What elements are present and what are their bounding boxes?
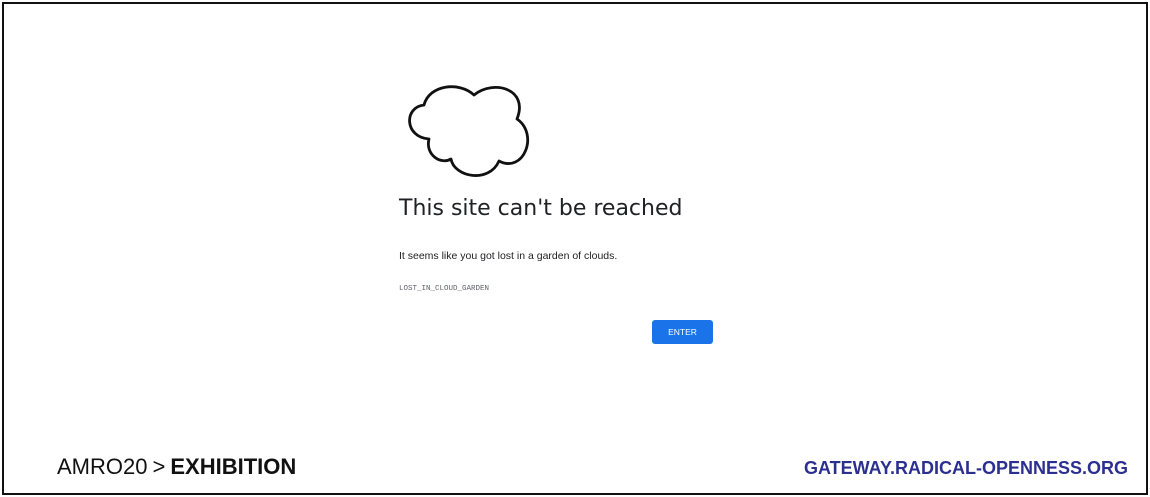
screenshot-frame: This site can't be reached It seems like… [2,2,1148,495]
cloud-outline-icon [408,85,529,177]
error-message: It seems like you got lost in a garden o… [399,250,618,262]
error-code: LOST_IN_CLOUD_GARDEN [399,285,490,293]
site-url-link[interactable]: GATEWAY.RADICAL-OPENNESS.ORG [804,458,1128,479]
breadcrumb-separator: > [152,454,166,479]
breadcrumb: AMRO20 > EXHIBITION [57,454,296,480]
enter-button[interactable]: ENTER [652,320,713,344]
breadcrumb-root: AMRO20 [57,454,148,479]
error-page: This site can't be reached It seems like… [399,64,739,364]
error-title: This site can't be reached [399,196,683,221]
breadcrumb-current: EXHIBITION [170,454,297,479]
